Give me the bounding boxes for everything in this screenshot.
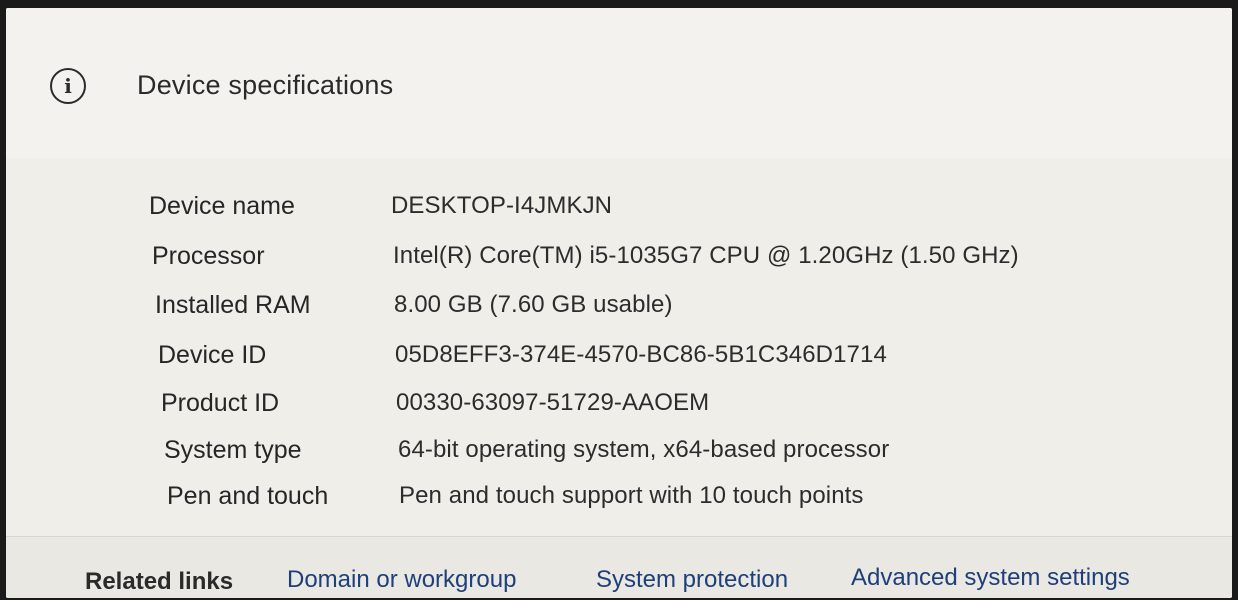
spec-label: Installed RAM (155, 291, 311, 319)
advanced-system-settings-link[interactable]: Advanced system settings (851, 564, 1130, 592)
related-links-bar: Related links Domain or workgroup System… (6, 536, 1232, 598)
spec-row-device-name: Device name DESKTOP-I4JMKJN (149, 192, 1232, 232)
spec-row-installed-ram: Installed RAM 8.00 GB (7.60 GB usable) (155, 291, 1232, 331)
spec-value: 05D8EFF3-374E-4570-BC86-5B1C346D1714 (395, 341, 887, 368)
spec-value: DESKTOP-I4JMKJN (391, 192, 613, 219)
system-protection-link[interactable]: System protection (596, 566, 788, 594)
spec-label: Device name (149, 192, 295, 220)
spec-value: 00330-63097-51729-AAOEM (396, 389, 710, 416)
spec-label: Pen and touch (167, 482, 329, 510)
device-specifications-list: Device name DESKTOP-I4JMKJN Processor In… (6, 158, 1232, 538)
settings-window: i Device specifications Device name DESK… (6, 8, 1232, 598)
spec-label: Device ID (158, 341, 267, 369)
domain-or-workgroup-link[interactable]: Domain or workgroup (287, 566, 516, 594)
spec-row-pen-and-touch: Pen and touch Pen and touch support with… (167, 482, 1232, 522)
spec-value: 8.00 GB (7.60 GB usable) (394, 291, 673, 318)
spec-label: Product ID (161, 389, 280, 417)
related-links-label: Related links (85, 568, 234, 595)
spec-value: Intel(R) Core(TM) i5-1035G7 CPU @ 1.20GH… (393, 242, 1019, 269)
spec-row-product-id: Product ID 00330-63097-51729-AAOEM (161, 389, 1232, 429)
spec-row-device-id: Device ID 05D8EFF3-374E-4570-BC86-5B1C34… (158, 341, 1232, 381)
spec-row-processor: Processor Intel(R) Core(TM) i5-1035G7 CP… (152, 242, 1232, 282)
spec-value: Pen and touch support with 10 touch poin… (399, 482, 864, 509)
section-title: Device specifications (137, 70, 394, 100)
spec-label: System type (164, 436, 302, 464)
info-icon: i (50, 68, 86, 104)
spec-row-system-type: System type 64-bit operating system, x64… (164, 436, 1232, 476)
spec-value: 64-bit operating system, x64-based proce… (398, 436, 890, 463)
section-header: i Device specifications (6, 8, 1232, 159)
spec-label: Processor (152, 242, 265, 270)
